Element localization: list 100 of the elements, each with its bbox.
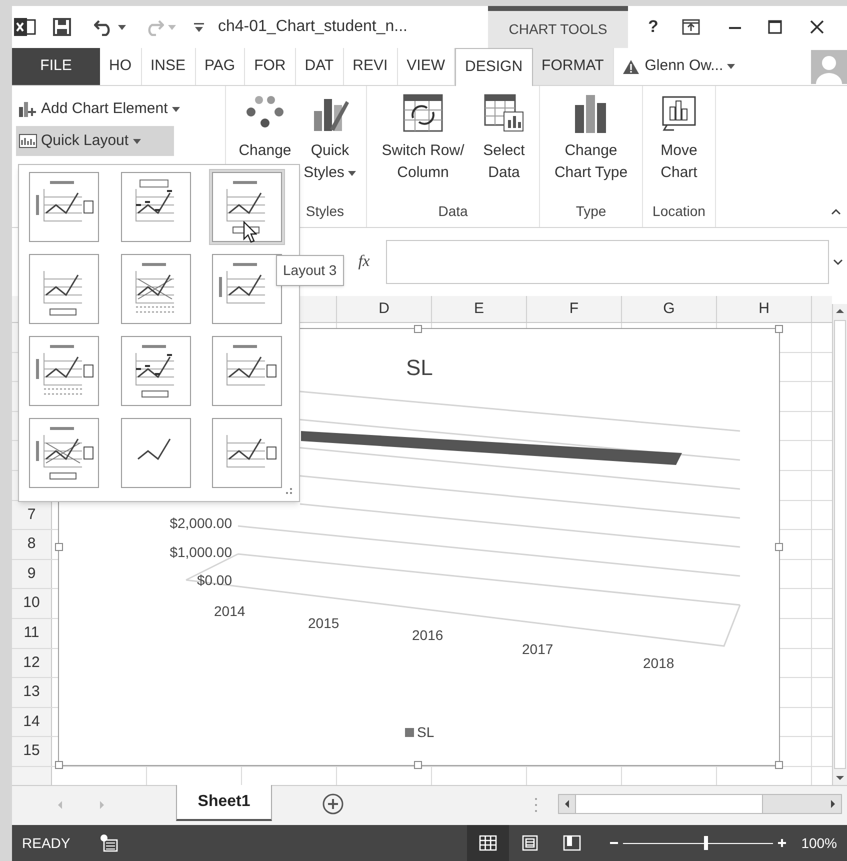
close-icon[interactable] (810, 20, 824, 34)
column-header[interactable]: H (717, 296, 812, 322)
horizontal-scrollbar[interactable] (558, 794, 842, 814)
column-header[interactable]: F (527, 296, 622, 322)
axis-label: 2018 (643, 654, 674, 673)
group-label: Styles (306, 202, 345, 221)
row-header: 15 (12, 737, 52, 766)
vertical-scrollbar[interactable] (832, 304, 847, 785)
caret-icon (172, 106, 180, 112)
resize-handle[interactable] (55, 543, 63, 551)
legend-label: SL (417, 723, 434, 742)
resize-handle[interactable] (55, 761, 63, 769)
row-header: 11 (12, 618, 52, 648)
row-header: 13 (12, 678, 52, 707)
layout-thumbnail-icon (29, 418, 99, 488)
undo-button[interactable] (94, 18, 126, 36)
column-header[interactable]: D (337, 296, 432, 322)
warning-icon (622, 58, 640, 74)
resize-grip-icon[interactable] (285, 487, 293, 495)
maximize-icon[interactable] (768, 20, 782, 34)
tooltip: Layout 3 (276, 255, 344, 286)
group-label: Data (438, 202, 468, 221)
ribbon-tab[interactable]: DESIGN (455, 48, 533, 86)
account-button[interactable]: Glenn Ow... (622, 48, 736, 85)
row-header: 8 (12, 530, 52, 559)
sheet-tab[interactable]: Sheet1 (176, 785, 272, 821)
grid-view-icon (479, 835, 498, 851)
formula-input-field[interactable] (386, 240, 829, 284)
resize-handle[interactable] (414, 761, 422, 769)
select-data-icon (484, 94, 524, 132)
window-title: ch4-01_Chart_student_n... (218, 17, 408, 37)
row-header: 12 (12, 648, 52, 678)
layout-option[interactable] (26, 333, 102, 409)
ribbon-display-icon[interactable] (682, 19, 700, 35)
axis-label: $2,000.00 (170, 514, 232, 533)
chart-element-icon (19, 101, 37, 117)
ribbon-tab[interactable]: FORMAT (532, 48, 614, 85)
view-button[interactable] (467, 825, 510, 861)
page-break-icon (563, 835, 582, 851)
layout-thumbnail-icon (120, 172, 191, 242)
bar-chart-icon (573, 93, 609, 133)
help-button[interactable]: ? (648, 14, 658, 40)
group-label: Type (576, 202, 606, 221)
row-header: 10 (12, 589, 52, 618)
ribbon-tab[interactable]: FILE (12, 48, 100, 85)
ribbon-button[interactable]: Select Data (477, 90, 531, 184)
layout-thumbnail-icon (29, 336, 99, 406)
collapse-ribbon-icon[interactable] (831, 208, 841, 215)
resize-handle[interactable] (775, 761, 783, 769)
layout-option[interactable] (26, 169, 102, 245)
caret-icon (727, 64, 736, 69)
layout-thumbnail-icon (212, 172, 282, 242)
ribbon-button[interactable]: Move Chart (651, 90, 707, 184)
quick-layout-button[interactable]: Quick Layout (16, 126, 174, 156)
customize-toolbar-icon[interactable] (194, 21, 204, 33)
axis-label: 2017 (522, 640, 554, 659)
zoom-in-icon[interactable] (777, 838, 788, 848)
ribbon-tab[interactable]: VIEW (398, 48, 456, 85)
macro-record-icon[interactable] (100, 834, 118, 852)
context-tab-header: CHART TOOLS (488, 6, 628, 48)
caret-icon (348, 170, 356, 176)
zoom-level: 100% (801, 834, 837, 852)
ribbon-tab[interactable]: PAG (196, 48, 246, 85)
ribbon-button[interactable]: Switch Row/ Column (375, 90, 471, 184)
layout-option[interactable] (26, 251, 102, 327)
legend-key-icon (405, 728, 414, 737)
save-icon[interactable] (52, 17, 72, 37)
ribbon-button[interactable]: Change (234, 90, 296, 162)
zoom-slider[interactable] (623, 836, 774, 850)
resize-handle[interactable] (775, 325, 783, 333)
splitter-icon[interactable] (534, 797, 538, 813)
resize-handle[interactable] (775, 543, 783, 551)
layout-option[interactable] (209, 169, 286, 245)
layout-thumbnail-icon (120, 418, 191, 488)
layout-thumbnail-icon (212, 336, 282, 406)
ribbon-tab[interactable]: INSE (142, 48, 196, 85)
add-sheet-icon[interactable] (322, 793, 344, 815)
app-logo-icon[interactable] (14, 17, 36, 37)
column-header[interactable]: E (432, 296, 527, 322)
row-header: 9 (12, 560, 52, 588)
layout-thumbnail-icon (29, 172, 99, 242)
ribbon-button[interactable]: Change Chart Type (548, 90, 634, 184)
axis-label: $0.00 (196, 571, 232, 590)
add-chart-element-button[interactable]: Add Chart Element (16, 96, 183, 122)
row-header: 14 (12, 708, 52, 736)
layout-option[interactable] (26, 415, 102, 491)
caret-icon (118, 24, 126, 30)
zoom-slider-thumb[interactable] (704, 836, 708, 850)
mouse-pointer-icon (243, 221, 257, 243)
caret-icon (132, 138, 141, 144)
ribbon-button[interactable]: Quick Styles (302, 90, 358, 184)
insert-function-button[interactable]: fx (342, 250, 386, 274)
resize-handle[interactable] (414, 325, 422, 333)
row-header: 7 (12, 500, 52, 530)
expand-formula-icon[interactable] (833, 258, 843, 266)
layout-thumbnail-icon (212, 254, 282, 324)
layout-thumbnail-icon (212, 418, 282, 488)
move-chart-icon (661, 95, 697, 131)
column-header[interactable]: G (622, 296, 717, 322)
ribbon-tab[interactable]: REVI (344, 48, 398, 85)
